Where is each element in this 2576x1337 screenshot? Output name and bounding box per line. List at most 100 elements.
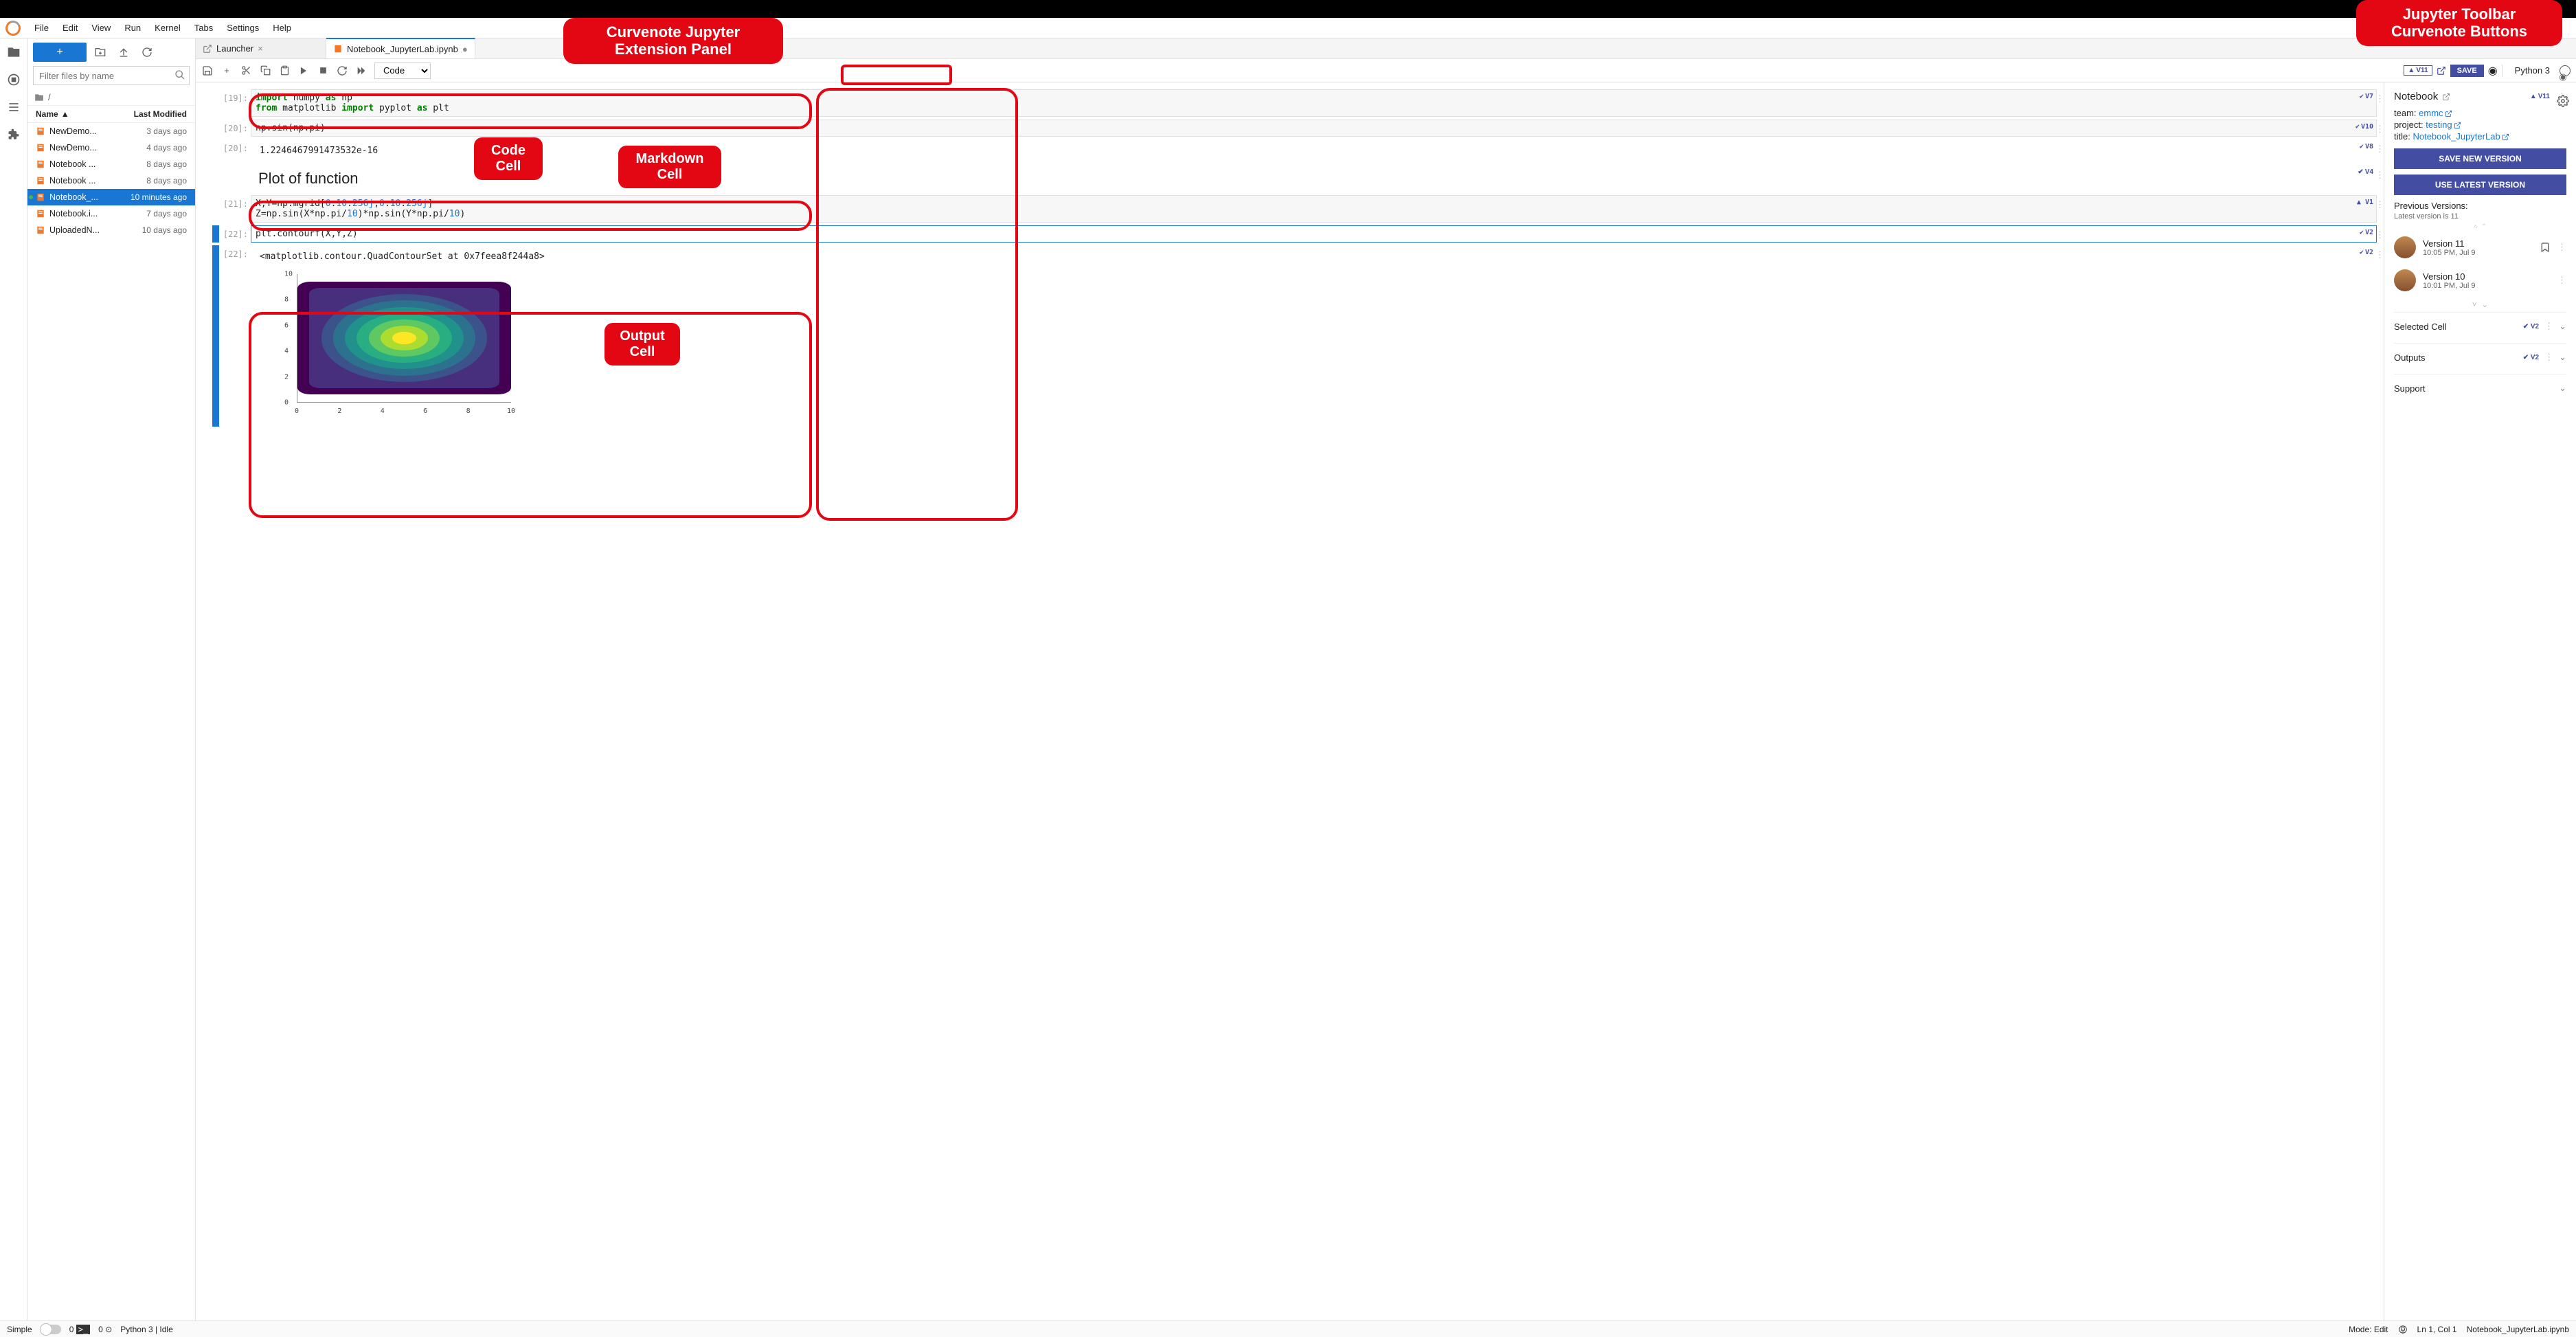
cell-version-badge[interactable]: ✔ V7 bbox=[2360, 93, 2373, 100]
cell-row[interactable]: [19]:import numpy as npfrom matplotlib i… bbox=[212, 89, 2377, 117]
bell-icon[interactable] bbox=[2398, 1325, 2408, 1334]
file-row[interactable]: Notebook ...8 days ago bbox=[27, 156, 195, 172]
open-external-icon[interactable] bbox=[2437, 66, 2446, 76]
team-link[interactable]: emmc bbox=[2419, 108, 2443, 118]
chevron-down-icon[interactable]: ⌄ bbox=[2559, 352, 2566, 363]
running-icon[interactable] bbox=[7, 73, 21, 87]
cell-body[interactable]: np.sin(np.pi)✔ V10⋮ bbox=[251, 120, 2377, 137]
save-icon[interactable] bbox=[201, 65, 214, 77]
more-icon[interactable]: ⋮ bbox=[2544, 321, 2553, 332]
bookmark-icon[interactable] bbox=[2540, 242, 2551, 253]
tab-notebook-jupyterlab-ipynb[interactable]: Notebook_JupyterLab.ipynb● bbox=[326, 38, 475, 58]
dirty-indicator-icon[interactable]: ● bbox=[462, 44, 468, 54]
kernels-count[interactable]: 0 ⊙ bbox=[98, 1325, 112, 1334]
toolbar-version-chip[interactable]: ▲ V11 bbox=[2404, 65, 2432, 76]
cell-more-icon[interactable]: ⋮ bbox=[2375, 200, 2384, 210]
cell-more-icon[interactable]: ⋮ bbox=[2375, 144, 2384, 155]
breadcrumb[interactable]: / bbox=[27, 89, 195, 106]
copy-icon[interactable] bbox=[259, 65, 271, 77]
save-new-version-button[interactable]: SAVE NEW VERSION bbox=[2394, 148, 2566, 169]
collapse-up-icon[interactable]: ˄ ⌃ bbox=[2394, 223, 2566, 231]
add-cell-icon[interactable]: + bbox=[221, 65, 233, 77]
use-latest-version-button[interactable]: USE LATEST VERSION bbox=[2394, 175, 2566, 195]
chevron-down-icon[interactable]: ⌄ bbox=[2559, 383, 2566, 394]
more-icon[interactable]: ⋮ bbox=[2557, 275, 2566, 286]
cell-body[interactable]: Plot of function✔ V4⋮ bbox=[251, 165, 2377, 192]
menu-file[interactable]: File bbox=[27, 20, 56, 36]
menu-settings[interactable]: Settings bbox=[220, 20, 266, 36]
notebook-title-link[interactable]: Notebook_JupyterLab bbox=[2413, 131, 2500, 142]
file-row[interactable]: Notebook.i...7 days ago bbox=[27, 205, 195, 222]
filter-input[interactable] bbox=[33, 66, 190, 85]
new-launcher-button[interactable]: + bbox=[33, 43, 87, 62]
cell-body[interactable]: X,Y=np.mgrid[0:10:256j,0:10:256j]Z=np.si… bbox=[251, 195, 2377, 223]
stop-icon[interactable] bbox=[317, 65, 329, 77]
kernel-status[interactable]: Python 3 | Idle bbox=[120, 1325, 173, 1334]
cell-version-badge[interactable]: ✔ V8 bbox=[2360, 143, 2373, 150]
cell-more-icon[interactable]: ⋮ bbox=[2375, 124, 2384, 135]
cell-body[interactable]: 1.2246467991473532e-16✔ V8⋮ bbox=[251, 139, 2377, 162]
cell-more-icon[interactable]: ⋮ bbox=[2375, 170, 2384, 181]
filename-status[interactable]: Notebook_JupyterLab.ipynb bbox=[2467, 1325, 2569, 1334]
cut-icon[interactable] bbox=[240, 65, 252, 77]
cell-body[interactable]: import numpy as npfrom matplotlib import… bbox=[251, 89, 2377, 117]
curvenote-tab-icon[interactable]: ◉ bbox=[2559, 71, 2566, 82]
refresh-button[interactable] bbox=[137, 43, 157, 62]
tab-launcher[interactable]: Launcher× bbox=[196, 38, 326, 58]
project-link[interactable]: testing bbox=[2426, 120, 2452, 130]
folder-icon[interactable] bbox=[7, 45, 21, 59]
restart-run-all-icon[interactable] bbox=[355, 65, 368, 77]
cell-version-badge[interactable]: ▲ V1 bbox=[2357, 199, 2373, 206]
more-icon[interactable]: ⋮ bbox=[2544, 352, 2553, 363]
cell-row[interactable]: [22]:plt.contourf(X,Y,Z)✔ V2⋮ bbox=[212, 225, 2377, 243]
simple-mode-toggle[interactable] bbox=[41, 1325, 61, 1334]
cell-row[interactable]: [21]:X,Y=np.mgrid[0:10:256j,0:10:256j]Z=… bbox=[212, 195, 2377, 223]
cell-version-badge[interactable]: ✔ V10 bbox=[2355, 123, 2373, 131]
new-folder-button[interactable] bbox=[91, 43, 110, 62]
cell-version-badge[interactable]: ✔ V2 bbox=[2360, 249, 2373, 256]
property-inspector-icon[interactable] bbox=[2557, 95, 2569, 107]
cell-body[interactable]: plt.contourf(X,Y,Z)✔ V2⋮ bbox=[251, 225, 2377, 243]
file-row[interactable]: Notebook ...8 days ago bbox=[27, 172, 195, 189]
file-row[interactable]: NewDemo...3 days ago bbox=[27, 123, 195, 139]
chevron-down-icon[interactable]: ⌄ bbox=[2559, 321, 2566, 332]
menu-kernel[interactable]: Kernel bbox=[148, 20, 188, 36]
curvenote-save-button[interactable]: SAVE bbox=[2450, 65, 2484, 77]
col-header-modified[interactable]: Last Modified bbox=[134, 109, 187, 119]
cell-more-icon[interactable]: ⋮ bbox=[2375, 94, 2384, 104]
terminals-count[interactable]: 0 >_ bbox=[69, 1325, 90, 1334]
cell-version-badge[interactable]: ✔ V4 bbox=[2358, 168, 2373, 176]
col-header-name[interactable]: Name ▲ bbox=[36, 109, 134, 119]
version-item[interactable]: Version 1010:01 PM, Jul 9⋮ bbox=[2394, 264, 2566, 297]
file-row[interactable]: NewDemo...4 days ago bbox=[27, 139, 195, 156]
cell-row[interactable]: [22]:<matplotlib.contour.QuadContourSet … bbox=[212, 245, 2377, 427]
cell-more-icon[interactable]: ⋮ bbox=[2375, 230, 2384, 240]
cell-type-select[interactable]: Code bbox=[374, 63, 431, 79]
curvenote-logo-icon[interactable]: ◉ bbox=[2488, 64, 2498, 78]
paste-icon[interactable] bbox=[278, 65, 291, 77]
cell-version-badge[interactable]: ✔ V2 bbox=[2360, 229, 2373, 236]
menu-run[interactable]: Run bbox=[117, 20, 148, 36]
section-support[interactable]: Support⌄ bbox=[2394, 374, 2566, 402]
extension-icon[interactable] bbox=[7, 128, 21, 142]
section-outputs[interactable]: Outputs✔ V2⋮⌄ bbox=[2394, 343, 2566, 371]
close-icon[interactable]: × bbox=[258, 43, 263, 54]
section-selected-cell[interactable]: Selected Cell✔ V2⋮⌄ bbox=[2394, 312, 2566, 340]
menu-help[interactable]: Help bbox=[266, 20, 298, 36]
toc-icon[interactable] bbox=[7, 100, 21, 114]
cell-body[interactable]: <matplotlib.contour.QuadContourSet at 0x… bbox=[251, 245, 2377, 427]
run-icon[interactable] bbox=[297, 65, 310, 77]
expand-down-icon[interactable]: ˅ ⌄ bbox=[2394, 300, 2566, 309]
kernel-name[interactable]: Python 3 bbox=[2507, 65, 2555, 76]
menu-tabs[interactable]: Tabs bbox=[188, 20, 220, 36]
cell-row[interactable]: [20]:np.sin(np.pi)✔ V10⋮ bbox=[212, 120, 2377, 137]
mode-indicator[interactable]: Mode: Edit bbox=[2349, 1325, 2388, 1334]
file-row[interactable]: Notebook_...10 minutes ago bbox=[27, 189, 195, 205]
more-icon[interactable]: ⋮ bbox=[2557, 242, 2566, 253]
upload-button[interactable] bbox=[114, 43, 133, 62]
restart-icon[interactable] bbox=[336, 65, 348, 77]
open-external-icon[interactable] bbox=[2442, 93, 2450, 101]
menu-edit[interactable]: Edit bbox=[56, 20, 84, 36]
file-row[interactable]: UploadedN...10 days ago bbox=[27, 222, 195, 238]
cell-more-icon[interactable]: ⋮ bbox=[2375, 250, 2384, 260]
